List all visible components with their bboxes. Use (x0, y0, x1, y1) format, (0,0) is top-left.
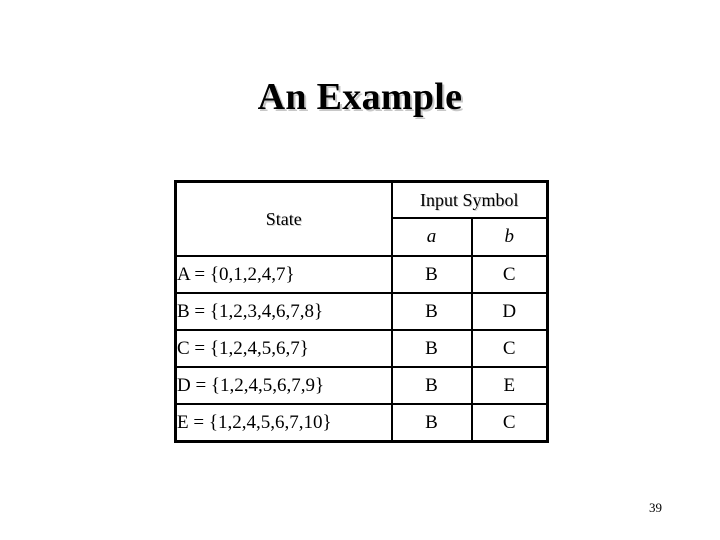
table-row: D = {1,2,4,5,6,7,9} B E (174, 366, 549, 405)
cell-state: B = {1,2,3,4,6,7,8} (174, 292, 393, 331)
cell-state: C = {1,2,4,5,6,7} (174, 329, 393, 368)
table-header: State Input Symbol a b (174, 180, 549, 257)
slide-canvas: An Example State Input Symbol a b A = {0… (0, 0, 720, 540)
column-header-state: State (174, 180, 393, 257)
page-title: An Example (257, 76, 463, 118)
cell-state: A = {0,1,2,4,7} (174, 255, 393, 294)
column-header-symbol-b: b (470, 217, 549, 257)
table-row: A = {0,1,2,4,7} B C (174, 255, 549, 294)
table-header-row-1: State Input Symbol (174, 180, 549, 257)
column-header-symbol-a: a (390, 217, 473, 257)
transition-table-container: State Input Symbol a b A = {0,1,2,4,7} B… (174, 180, 550, 443)
cell-transition-a: B (390, 366, 473, 405)
table-body: A = {0,1,2,4,7} B C B = {1,2,3,4,6,7,8} … (174, 255, 549, 443)
cell-transition-b: D (470, 292, 549, 331)
table-row: E = {1,2,4,5,6,7,10} B C (174, 403, 549, 443)
cell-state: E = {1,2,4,5,6,7,10} (174, 403, 393, 443)
cell-transition-b: E (470, 366, 549, 405)
cell-transition-b: C (470, 403, 549, 443)
cell-transition-b: C (470, 255, 549, 294)
cell-transition-a: B (390, 403, 473, 443)
table-row: C = {1,2,4,5,6,7} B C (174, 329, 549, 368)
cell-transition-a: B (390, 329, 473, 368)
cell-state: D = {1,2,4,5,6,7,9} (174, 366, 393, 405)
cell-transition-a: B (390, 255, 473, 294)
page-number: 39 (649, 500, 662, 515)
table-row: B = {1,2,3,4,6,7,8} B D (174, 292, 549, 331)
cell-transition-a: B (390, 292, 473, 331)
cell-transition-b: C (470, 329, 549, 368)
column-header-input-symbol: Input Symbol (390, 180, 549, 219)
transition-table: State Input Symbol a b A = {0,1,2,4,7} B… (174, 180, 550, 443)
